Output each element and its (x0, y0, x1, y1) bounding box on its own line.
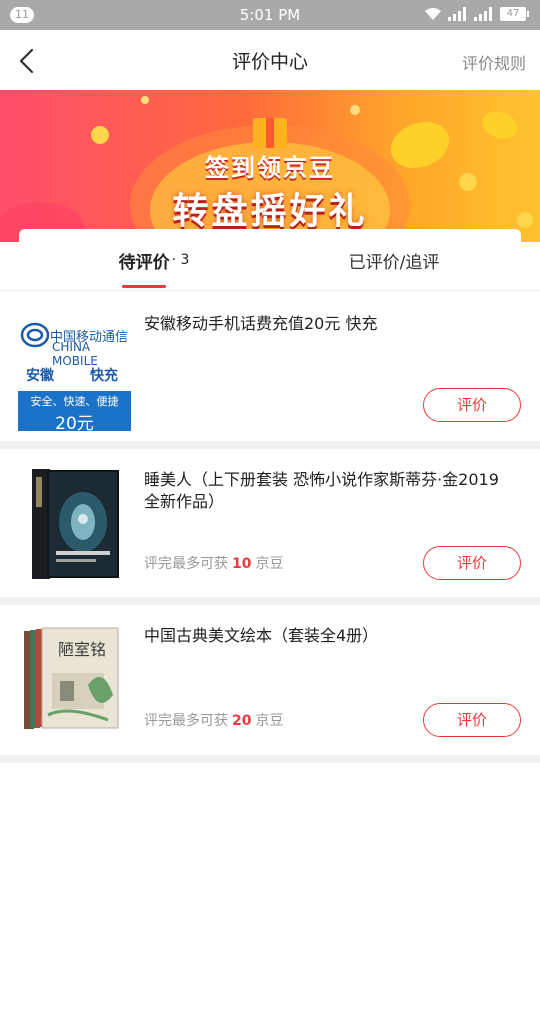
book-cover-image (32, 469, 119, 579)
fast-label: 快充 (90, 368, 118, 384)
amount: 20元 (55, 414, 94, 434)
product-title[interactable]: 中国古典美文绘本（套装全4册） (144, 625, 504, 647)
tab-pending-review[interactable]: 待评价 · 3 (59, 229, 249, 291)
reward-info: 评完最多可获 10 京豆 (144, 553, 283, 573)
product-title[interactable]: 安徽移动手机话费充值20元 快充 (144, 313, 504, 335)
review-button[interactable]: 评价 (423, 703, 521, 737)
nav-header: 评价中心 评价规则 (0, 30, 540, 90)
banner-subheadline: 转盘摇好礼 (172, 191, 368, 232)
signal-icon-2 (474, 7, 492, 21)
list-separator (0, 597, 540, 605)
product-thumbnail[interactable]: 陋室铭 (18, 625, 131, 735)
amount-band: 安全、快速、便捷 20元 (18, 391, 131, 434)
review-rules-link[interactable]: 评价规则 (462, 50, 526, 74)
list-item: 中国移动通信 CHINA MOBILE 安徽 快充 安全、快速、便捷 20元 安… (0, 291, 540, 441)
list-item: 睡美人（上下册套装 恐怖小说作家斯蒂芬·金2019全新作品） 评完最多可获 10 京… (0, 449, 540, 597)
tab-reviewed[interactable]: 已评价/追评 (299, 229, 489, 291)
banner-headline: 签到领京豆 (205, 154, 335, 182)
book-cover-image: 陋室铭 (24, 627, 119, 729)
battery-icon: 47 (500, 7, 529, 21)
promo-banner[interactable]: 签到领京豆 转盘摇好礼 (0, 90, 540, 242)
status-bar: 11 5:01 PM 47 (0, 0, 540, 30)
system-icons: 47 (424, 7, 529, 21)
reward-suffix: 京豆 (255, 713, 284, 729)
review-tabs: 待评价 · 3 已评价/追评 (19, 229, 521, 291)
reward-prefix: 评完最多可获 (144, 713, 228, 729)
list-separator (0, 441, 540, 449)
reward-suffix: 京豆 (255, 556, 284, 572)
product-thumbnail[interactable] (18, 467, 131, 579)
active-tab-indicator (122, 285, 166, 288)
tab-reviewed-label: 已评价/追评 (348, 252, 440, 273)
reward-points: 10 (232, 556, 252, 572)
signal-icon (448, 7, 466, 21)
review-button[interactable]: 评价 (423, 546, 521, 580)
slogan: 安全、快速、便捷 (30, 395, 119, 408)
product-title[interactable]: 睡美人（上下册套装 恐怖小说作家斯蒂芬·金2019全新作品） (144, 469, 504, 513)
brand-name-en: CHINA MOBILE (52, 340, 98, 368)
list-separator (0, 755, 540, 763)
product-thumbnail[interactable]: 中国移动通信 CHINA MOBILE 安徽 快充 安全、快速、便捷 20元 (18, 315, 131, 434)
list-item: 陋室铭 中国古典美文绘本（套装全4册） 评完最多可获 20 京豆 评价 (0, 605, 540, 755)
page-title: 评价中心 (231, 51, 308, 73)
reward-prefix: 评完最多可获 (144, 556, 228, 572)
china-mobile-logo-icon (20, 322, 50, 348)
reward-points: 20 (232, 713, 252, 729)
tab-pending-label: 待评价 (118, 252, 170, 273)
wifi-icon (425, 8, 441, 20)
svg-text:陋室铭: 陋室铭 (58, 640, 106, 659)
reward-info: 评完最多可获 20 京豆 (144, 710, 283, 730)
review-button[interactable]: 评价 (423, 388, 521, 422)
region-label: 安徽 (26, 368, 54, 384)
tab-pending-count: · 3 (171, 252, 190, 268)
